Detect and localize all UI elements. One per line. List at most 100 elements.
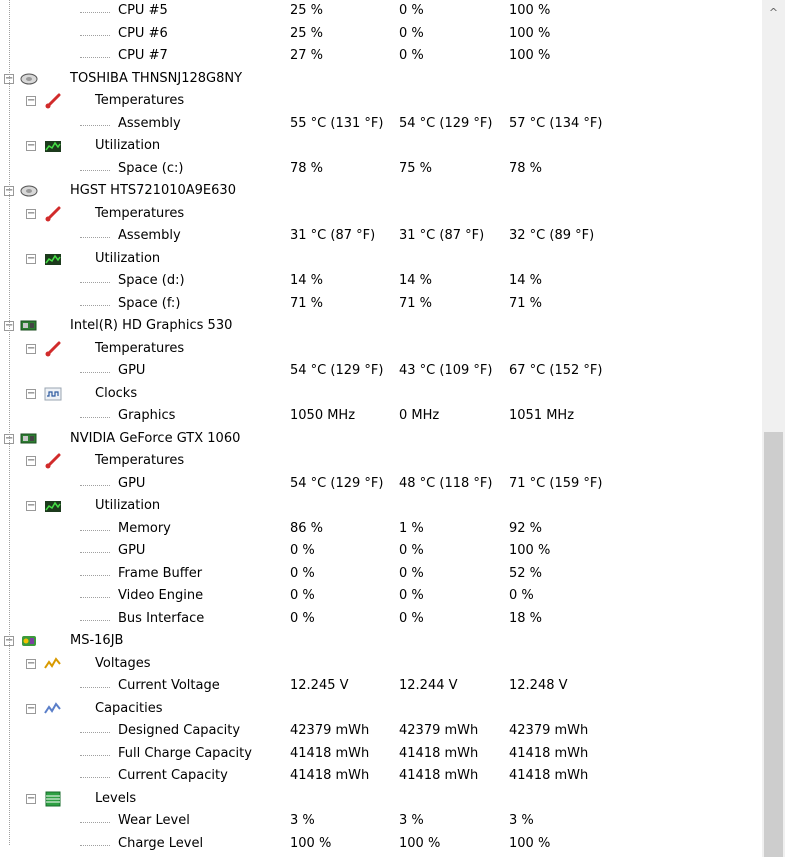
tree-connector (80, 574, 110, 576)
scrollbar-thumb[interactable] (764, 432, 783, 857)
value-current: 0 % (290, 610, 315, 626)
value-max: 12.248 V (509, 678, 568, 693)
sensor-row[interactable]: Frame Buffer 0 % 0 % 52 % (0, 563, 762, 586)
value-current: 78 % (290, 160, 324, 176)
sensor-row[interactable]: Bus Interface 0 % 0 % 18 % (0, 608, 762, 631)
value-max: 41418 mWh (509, 768, 589, 783)
sensor-row[interactable]: Space (f:) 71 % 71 % 71 % (0, 293, 762, 316)
category-row[interactable]: − Temperatures (0, 203, 762, 226)
node-label-current-capacity: Current Capacity (118, 768, 228, 783)
category-row[interactable]: − Utilization (0, 135, 762, 158)
node-label-designed-capacity: Designed Capacity (118, 723, 241, 738)
sensor-row[interactable]: Memory 86 % 1 % 92 % (0, 518, 762, 541)
graphics-card-icon (20, 431, 38, 447)
sensor-row[interactable]: Graphics 1050 MHz 0 MHz 1051 MHz (0, 405, 762, 428)
node-label-temperatures: Temperatures (95, 340, 185, 356)
sensor-row[interactable]: Space (d:) 14 % 14 % 14 % (0, 270, 762, 293)
value-max: 41418 mWh (509, 745, 589, 761)
sensor-row[interactable]: GPU 54 °C (129 °F) 48 °C (118 °F) 71 °C (15… (0, 473, 762, 496)
category-row[interactable]: − Temperatures (0, 338, 762, 361)
sensor-row[interactable]: Current Capacity 41418 mWh 41418 mWh 41418 … (0, 765, 762, 788)
hard-drive-icon (20, 183, 38, 199)
sensor-row[interactable]: Full Charge Capacity 41418 mWh 41418 mWh 41… (0, 743, 762, 766)
collapse-toggle[interactable]: − (26, 208, 36, 219)
value-current: 55 °C (131 °F) (290, 115, 384, 131)
node-label-frame-buffer: Frame Buffer (118, 565, 203, 581)
value-current: 0 % (290, 588, 315, 603)
category-row[interactable]: − Temperatures (0, 450, 762, 473)
node-label-space-d: Space (d:) (118, 273, 185, 288)
utilization-icon (44, 138, 62, 154)
collapse-toggle[interactable]: − (26, 703, 36, 714)
sensor-row[interactable]: Charge Level 100 % 100 % 100 % (0, 833, 762, 856)
sensor-row[interactable]: GPU 0 % 0 % 100 % (0, 540, 762, 563)
device-row[interactable]: − TOSHIBA THNSNJ128G8NY (0, 68, 762, 91)
tree-connector (80, 777, 110, 778)
tree-connector (80, 529, 110, 531)
collapse-toggle[interactable]: − (26, 501, 36, 511)
collapse-toggle[interactable]: − (26, 343, 36, 354)
category-row[interactable]: − Clocks (0, 383, 762, 406)
collapse-toggle[interactable]: − (26, 456, 36, 466)
value-max: 3 % (509, 813, 534, 828)
chevron-up-icon[interactable]: ^ (762, 0, 785, 22)
vertical-scrollbar[interactable]: ^ (762, 0, 785, 857)
node-label-temperatures: Temperatures (95, 93, 185, 108)
device-row[interactable]: − HGST HTS721010A9E630 (0, 180, 762, 203)
hard-drive-icon (20, 71, 38, 87)
category-row[interactable]: − Voltages (0, 653, 762, 676)
node-label-hgst-hts721010a9e630: HGST HTS721010A9E630 (70, 183, 236, 198)
tree-connector (80, 552, 110, 553)
node-label-gpu: GPU (118, 543, 146, 558)
value-max: 42379 mWh (509, 723, 589, 738)
value-current: 0 % (290, 543, 315, 558)
collapse-toggle[interactable]: − (26, 793, 36, 804)
sensor-row[interactable]: Assembly 31 °C (87 °F) 31 °C (87 °F) 32 °C … (0, 225, 762, 248)
value-min: 3 % (399, 813, 424, 828)
value-max: 92 % (509, 520, 543, 536)
device-row[interactable]: − NVIDIA GeForce GTX 1060 (0, 428, 762, 451)
node-label-gpu: GPU (118, 475, 146, 491)
sensor-row[interactable]: Video Engine 0 % 0 % 0 % (0, 585, 762, 608)
value-min: 54 °C (129 °F) (399, 115, 493, 131)
thermometer-icon (44, 93, 62, 109)
sensor-row[interactable]: Space (c:) 78 % 75 % 78 % (0, 158, 762, 181)
category-row[interactable]: − Capacities (0, 698, 762, 721)
sensor-row[interactable]: CPU #6 25 % 0 % 100 % (0, 23, 762, 46)
value-current: 41418 mWh (290, 768, 370, 783)
tree-connector (80, 484, 110, 486)
utilization-icon (44, 251, 62, 267)
collapse-toggle[interactable]: − (26, 96, 36, 106)
sensor-row[interactable]: GPU 54 °C (129 °F) 43 °C (109 °F) 67 °C (15… (0, 360, 762, 383)
collapse-toggle[interactable]: − (26, 388, 36, 399)
node-label-gpu: GPU (118, 363, 146, 378)
sensor-row[interactable]: CPU #5 25 % 0 % 100 % (0, 0, 762, 23)
sensor-row[interactable]: Wear Level 3 % 3 % 3 % (0, 810, 762, 833)
node-label-utilization: Utilization (95, 498, 161, 513)
tree-connector (80, 237, 110, 238)
category-row[interactable]: − Levels (0, 788, 762, 811)
device-row[interactable]: − MS-16JB (0, 630, 762, 653)
value-current: 71 % (290, 295, 324, 311)
node-label-cpu-6: CPU #6 (118, 25, 168, 41)
sensor-row[interactable]: Assembly 55 °C (131 °F) 54 °C (129 °F) 57 °… (0, 113, 762, 136)
sensor-row[interactable]: CPU #7 27 % 0 % 100 % (0, 45, 762, 68)
node-label-capacities: Capacities (95, 700, 163, 716)
value-max: 100 % (509, 543, 551, 558)
sensor-row[interactable]: Current Voltage 12.245 V 12.244 V 12.248 V (0, 675, 762, 698)
sensor-row[interactable]: Designed Capacity 42379 mWh 42379 mWh 42379… (0, 720, 762, 743)
category-row[interactable]: − Temperatures (0, 90, 762, 113)
motherboard-icon (20, 633, 38, 649)
collapse-toggle[interactable]: − (26, 141, 36, 151)
collapse-toggle[interactable]: − (26, 253, 36, 264)
value-min: 48 °C (118 °F) (399, 475, 493, 491)
category-row[interactable]: − Utilization (0, 248, 762, 271)
node-label-temperatures: Temperatures (95, 453, 185, 468)
collapse-toggle[interactable]: − (26, 658, 36, 669)
tree-connector (9, 0, 10, 845)
value-min: 43 °C (109 °F) (399, 363, 493, 378)
device-row[interactable]: − Intel(R) HD Graphics 530 (0, 315, 762, 338)
value-max: 100 % (509, 3, 551, 18)
value-max: 0 % (509, 588, 534, 603)
category-row[interactable]: − Utilization (0, 495, 762, 518)
